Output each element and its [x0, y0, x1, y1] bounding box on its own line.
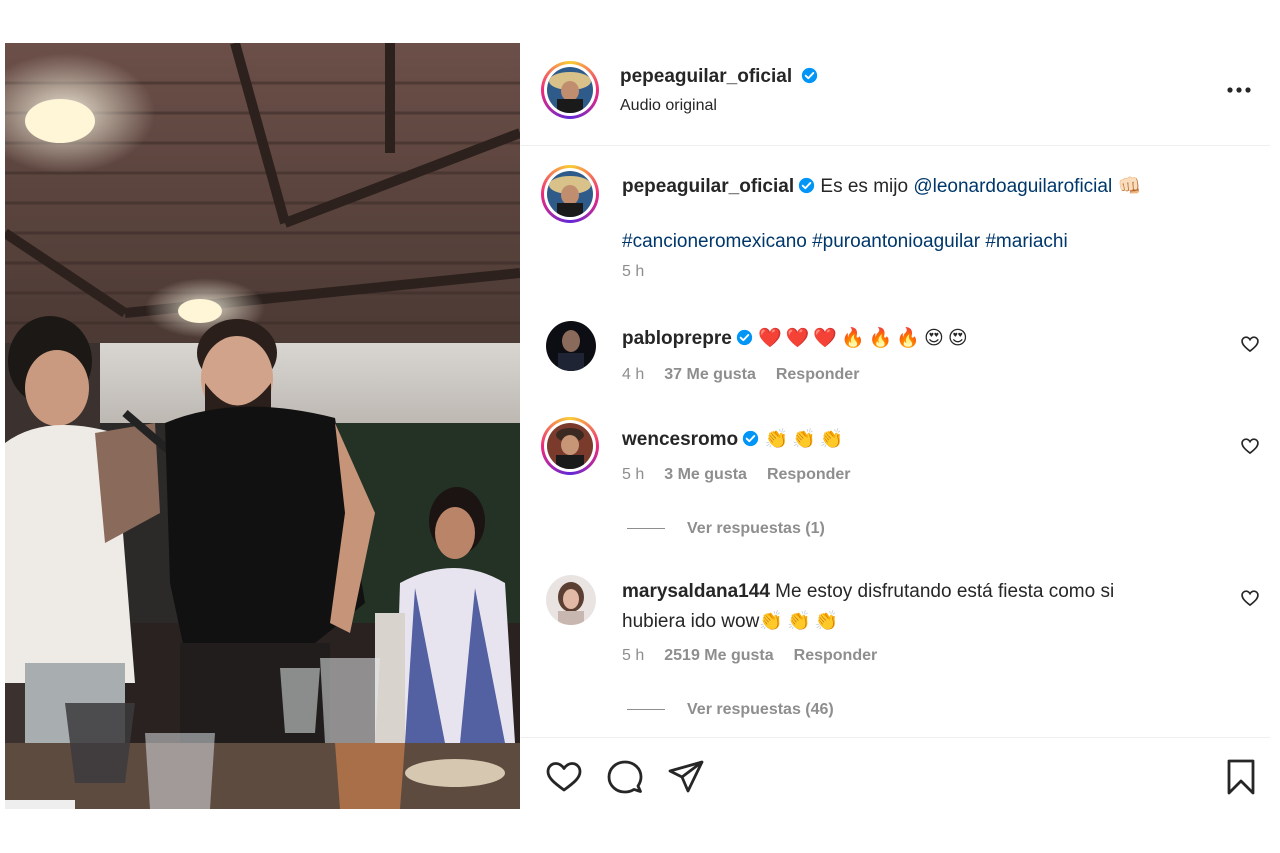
more-options-button[interactable] — [1225, 77, 1253, 101]
comment-likes[interactable]: 2519 Me gusta — [664, 647, 773, 664]
comment-meta: 4 h 37 Me gusta Responder — [622, 366, 879, 384]
comment-avatar-image — [546, 321, 596, 371]
more-horizontal-icon — [1227, 87, 1251, 93]
author-avatar[interactable] — [541, 61, 599, 119]
comment-avatar[interactable] — [546, 321, 596, 371]
header-username[interactable]: pepeaguilar_oficial — [620, 66, 792, 87]
caption-body: Es es mijo — [820, 176, 909, 197]
view-replies-button[interactable]: Ver respuestas (1) — [627, 520, 825, 538]
post-details-panel: pepeaguilar_oficial Audio original pepea… — [521, 43, 1270, 809]
header-divider — [521, 145, 1270, 146]
comment-meta: 5 h 3 Me gusta Responder — [622, 466, 871, 484]
comment-likes[interactable]: 37 Me gusta — [664, 366, 756, 383]
comment-avatar-image — [547, 423, 593, 469]
bookmark-icon[interactable] — [1221, 757, 1261, 797]
post-video[interactable] — [5, 43, 520, 809]
verified-badge-icon — [798, 177, 815, 194]
comment-avatar-image — [546, 575, 596, 625]
comment-text: 👏👏👏 — [764, 428, 848, 450]
caption-text: pepeaguilar_oficial Es es mijo @leonardo… — [622, 174, 1145, 198]
comment-likes[interactable]: 3 Me gusta — [664, 466, 747, 483]
like-comment-heart-icon[interactable] — [1240, 334, 1260, 354]
comment-line: marysaldana144 Me estoy disfrutando está… — [622, 581, 1114, 603]
comment-emoji: 👏👏👏 — [759, 610, 843, 632]
caption-emoji: 👊🏻 — [1117, 175, 1146, 197]
like-comment-heart-icon[interactable] — [1240, 588, 1260, 608]
comment-line-2: hubiera ido wow👏👏👏 — [622, 609, 842, 633]
comment-time: 4 h — [622, 366, 645, 383]
comment-line: wencesromo 👏👏👏 — [622, 427, 847, 451]
verified-badge-icon — [801, 67, 817, 84]
actions-divider — [521, 737, 1270, 738]
caption-time-text: 5 h — [622, 263, 645, 280]
comment-line: pabloprepre ❤️❤️❤️🔥🔥🔥😍😍 — [622, 326, 972, 350]
caption-avatar[interactable] — [541, 165, 599, 223]
reply-button[interactable]: Responder — [776, 366, 860, 383]
comment-username[interactable]: marysaldana144 — [622, 581, 770, 602]
heart-icon[interactable] — [544, 757, 584, 797]
replies-divider-line — [627, 709, 665, 711]
view-replies-label: Ver respuestas (1) — [687, 520, 825, 537]
comment-meta: 5 h 2519 Me gusta Responder — [622, 647, 897, 665]
reply-button[interactable]: Responder — [767, 466, 851, 483]
comment-icon[interactable] — [605, 757, 645, 797]
caption-time: 5 h — [622, 263, 664, 281]
view-replies-button[interactable]: Ver respuestas (46) — [627, 701, 834, 719]
audio-label[interactable]: Audio original — [620, 97, 717, 115]
verified-badge-icon — [736, 329, 752, 346]
comment-text: Me estoy disfrutando está fiesta como si — [775, 581, 1115, 602]
replies-divider-line — [627, 528, 665, 530]
author-avatar-image — [547, 67, 593, 113]
caption-mention[interactable]: @leonardoaguilaroficial — [913, 176, 1112, 197]
comment-avatar[interactable] — [541, 417, 599, 475]
comment-text: ❤️❤️❤️🔥🔥🔥😍😍 — [758, 327, 972, 349]
caption-hashtags[interactable]: #cancioneromexicano #puroantonioaguilar … — [622, 231, 1068, 253]
video-frame-illustration — [5, 43, 520, 809]
reply-button[interactable]: Responder — [794, 647, 878, 664]
comment-avatar[interactable] — [546, 575, 596, 625]
like-comment-heart-icon[interactable] — [1240, 436, 1260, 456]
header-author: pepeaguilar_oficial — [620, 66, 818, 88]
share-icon[interactable] — [666, 757, 706, 797]
caption-username[interactable]: pepeaguilar_oficial — [622, 176, 794, 197]
caption-avatar-image — [547, 171, 593, 217]
comment-time: 5 h — [622, 466, 645, 483]
comment-text-continued: hubiera ido wow — [622, 611, 760, 632]
verified-badge-icon — [743, 430, 759, 447]
view-replies-label: Ver respuestas (46) — [687, 701, 834, 718]
comment-username[interactable]: wencesromo — [622, 429, 738, 450]
comment-username[interactable]: pabloprepre — [622, 328, 732, 349]
comment-time: 5 h — [622, 647, 645, 664]
